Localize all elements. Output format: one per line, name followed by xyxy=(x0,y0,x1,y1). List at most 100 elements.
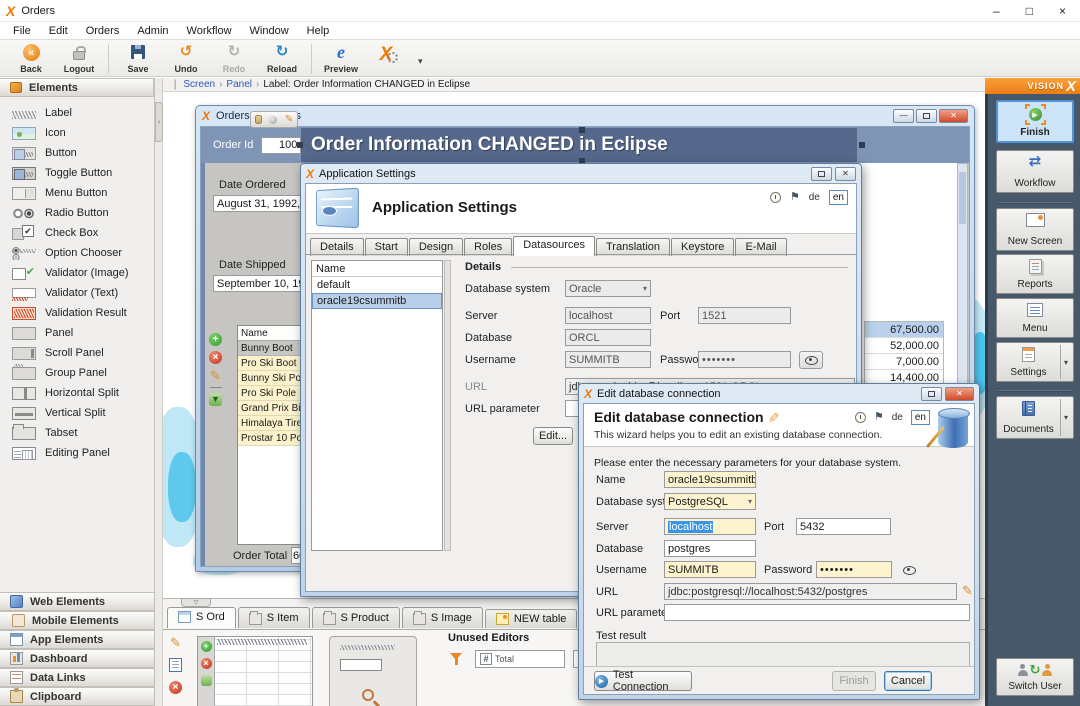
datasource-list-header[interactable]: Name xyxy=(312,261,442,277)
flag-icon[interactable]: ⚑ xyxy=(790,192,800,203)
element-item[interactable]: Icon xyxy=(0,123,154,143)
port-field[interactable]: 5432 xyxy=(796,518,891,535)
url-field[interactable]: jdbc:postgresql://localhost:5432/postgre… xyxy=(664,583,957,600)
lang-en-selected[interactable]: en xyxy=(829,190,848,205)
editconn-close-button[interactable]: ✕ xyxy=(945,387,974,401)
element-item[interactable]: Option Chooser xyxy=(0,243,154,263)
menu-item[interactable]: Workflow xyxy=(178,24,241,38)
element-item[interactable]: Validator (Text) xyxy=(0,283,154,303)
toolbar-dropdown-caret[interactable]: ▾ xyxy=(418,56,423,67)
edit-row-icon[interactable]: ✎ xyxy=(210,369,221,382)
port-field[interactable]: 1521 xyxy=(698,307,791,324)
breadcrumb-screen[interactable]: Screen xyxy=(183,79,215,90)
element-item[interactable]: Toggle Button xyxy=(0,163,154,183)
lang-de[interactable]: de xyxy=(809,192,820,203)
appsettings-restore-button[interactable] xyxy=(811,167,832,181)
datasource-tab[interactable]: S Ord xyxy=(167,607,236,628)
list-splitter[interactable] xyxy=(444,260,451,551)
editconn-titlebar[interactable]: X Edit database connection ✕ xyxy=(579,384,979,403)
datasource-tab[interactable]: S Image xyxy=(402,607,483,628)
search-editor-widget[interactable] xyxy=(329,636,417,706)
tag-icon[interactable] xyxy=(201,675,212,686)
element-item[interactable]: Validator (Image) xyxy=(0,263,154,283)
show-password-button[interactable] xyxy=(899,561,919,579)
export-icon[interactable]: ▼ xyxy=(209,393,222,406)
appsettings-titlebar[interactable]: X Application Settings ✕ xyxy=(301,164,861,183)
flag-icon[interactable]: ⚑ xyxy=(874,412,884,423)
datasource-tab[interactable]: NEW table xyxy=(485,609,578,628)
selection-handle[interactable] xyxy=(579,127,585,133)
logout-button[interactable]: Logout xyxy=(56,42,102,75)
server-field[interactable]: localhost xyxy=(664,518,756,535)
delete-row-icon[interactable]: × xyxy=(209,351,222,364)
menu-item[interactable]: Help xyxy=(298,24,339,38)
remove-icon[interactable]: × xyxy=(201,658,212,669)
menu-item[interactable]: File xyxy=(4,24,40,38)
db-system-select[interactable]: Oracle▾ xyxy=(565,280,651,297)
workflow-button[interactable]: ⇄ Workflow xyxy=(996,150,1074,193)
element-item[interactable]: Group Panel xyxy=(0,363,154,383)
datasource-mini-icon[interactable] xyxy=(255,115,262,124)
element-item[interactable]: Horizontal Split xyxy=(0,383,154,403)
history-icon[interactable] xyxy=(770,192,781,203)
menu-item[interactable]: Orders xyxy=(77,24,129,38)
menu-item[interactable]: Window xyxy=(241,24,298,38)
undo-button[interactable]: ↺Undo xyxy=(163,42,209,75)
test-connection-button[interactable]: ▶ Test Connection xyxy=(594,671,692,691)
redo-button[interactable]: ↻Redo xyxy=(211,42,257,75)
orders-minimize-button[interactable]: — xyxy=(893,109,914,123)
date-shipped-field[interactable]: September 10, 1992 xyxy=(213,275,306,292)
element-item[interactable]: Tabset xyxy=(0,423,154,443)
editor-chip[interactable]: # Total xyxy=(475,650,565,668)
element-item[interactable]: Check Box xyxy=(0,223,154,243)
item-row[interactable]: Pro Ski Pole xyxy=(238,386,306,401)
order-headline-label[interactable]: Order Information CHANGED in Eclipse xyxy=(301,128,857,162)
visionx-tool-button[interactable]: X xyxy=(366,42,406,75)
element-item[interactable]: Vertical Split xyxy=(0,403,154,423)
item-row[interactable]: Prostar 10 Pound xyxy=(238,431,306,446)
server-field[interactable]: localhost xyxy=(565,307,651,324)
database-field[interactable]: ORCL xyxy=(565,329,651,346)
finish-button[interactable]: Finish xyxy=(832,671,876,691)
lang-de[interactable]: de xyxy=(892,412,903,423)
orders-close-button[interactable]: ✕ xyxy=(939,109,968,123)
accordion-header[interactable]: Clipboard xyxy=(0,687,155,706)
selection-handle[interactable] xyxy=(859,142,865,148)
filter-funnel-icon[interactable] xyxy=(450,652,464,666)
datasource-row[interactable]: oracle19csummitb xyxy=(312,293,442,309)
reports-button[interactable]: Reports xyxy=(996,254,1074,294)
minimize-button[interactable]: – xyxy=(993,4,1000,18)
sidebar-collapse-handle[interactable]: ‹ xyxy=(155,102,163,142)
breadcrumb-panel[interactable]: Panel xyxy=(226,79,252,90)
settings-button[interactable]: Settings ▾ xyxy=(996,342,1074,382)
scrollbar-thumb[interactable] xyxy=(959,172,966,224)
new-screen-button[interactable]: New Screen xyxy=(996,208,1074,251)
datasource-tab[interactable]: S Item xyxy=(238,607,310,628)
item-row[interactable]: Pro Ski Boot xyxy=(238,356,306,371)
orders-maximize-button[interactable] xyxy=(916,109,937,123)
amount-cell[interactable]: 67,500.00 xyxy=(865,322,943,338)
element-item[interactable]: Menu Button xyxy=(0,183,154,203)
documents-dropdown-caret[interactable]: ▾ xyxy=(1060,399,1071,436)
style-mini-icon[interactable] xyxy=(269,116,277,124)
edit-url-icon[interactable]: ✎ xyxy=(962,584,973,597)
element-item[interactable]: Scroll Panel xyxy=(0,343,154,363)
close-button[interactable]: × xyxy=(1059,4,1066,18)
amount-cell[interactable]: 7,000.00 xyxy=(865,354,943,370)
reload-button[interactable]: ↻Reload xyxy=(259,42,305,75)
switch-user-button[interactable]: ↻ Switch User xyxy=(996,658,1074,696)
amount-cell[interactable]: 52,000.00 xyxy=(865,338,943,354)
edit-mini-icon[interactable]: ✎ xyxy=(285,115,293,125)
add-row-icon[interactable]: + xyxy=(209,333,222,346)
username-field[interactable]: SUMMITB xyxy=(565,351,651,368)
settings-dropdown-caret[interactable]: ▾ xyxy=(1060,345,1071,379)
edit-tool-icon[interactable]: ✎ xyxy=(170,636,181,649)
element-item[interactable]: Button xyxy=(0,143,154,163)
accordion-header[interactable]: Web Elements xyxy=(0,592,155,611)
cancel-button[interactable]: Cancel xyxy=(884,671,932,691)
history-icon[interactable] xyxy=(855,412,866,423)
url-parameter-field[interactable] xyxy=(664,604,970,621)
datasource-row[interactable]: default xyxy=(312,277,442,293)
menu-button[interactable]: Menu xyxy=(996,298,1074,338)
settings-tab[interactable]: Datasources xyxy=(513,236,595,256)
